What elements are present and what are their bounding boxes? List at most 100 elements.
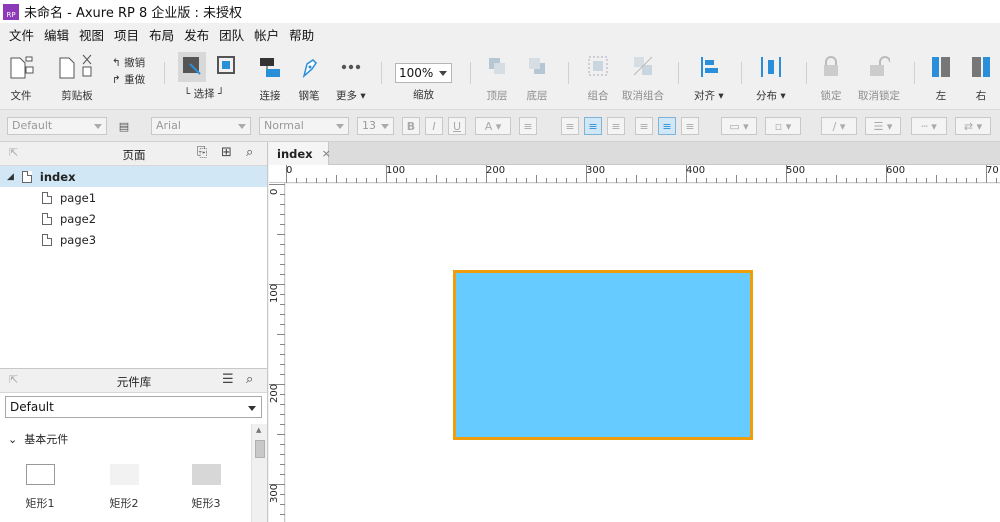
underline-button[interactable]: U: [448, 117, 466, 135]
horizontal-ruler[interactable]: 0 100 200 300 400 500 600 70: [269, 165, 1000, 183]
rectangle-widget[interactable]: [453, 270, 753, 440]
line-width-button[interactable]: ☰ ▾: [865, 117, 901, 135]
vruler-label: 300: [269, 483, 280, 503]
widget-rect3[interactable]: 矩形3: [181, 464, 231, 511]
menu-file[interactable]: 文件: [4, 25, 39, 44]
redo-button[interactable]: ↱ 重做: [112, 72, 145, 87]
group-icon: [586, 52, 610, 82]
page-icon: [42, 212, 52, 225]
tab-bar: index ×: [269, 142, 1000, 165]
undo-button[interactable]: ↰ 撤销: [112, 55, 145, 70]
page-tree-item-page2[interactable]: page2: [0, 208, 267, 229]
font-weight-select[interactable]: Normal: [259, 117, 349, 135]
clipboard-button[interactable]: 剪贴板: [56, 52, 98, 103]
menu-team[interactable]: 团队: [214, 25, 249, 44]
fill-color-button[interactable]: ▭ ▾: [721, 117, 757, 135]
unlock-icon: [868, 52, 890, 82]
select-intersect-icon: [215, 52, 239, 82]
left-panel-button[interactable]: 左: [930, 52, 952, 103]
group-button[interactable]: 组合: [586, 52, 610, 103]
scrollbar-thumb[interactable]: [255, 440, 265, 458]
valign-top-icon[interactable]: ≡: [635, 117, 653, 135]
select-mode-button[interactable]: [178, 52, 206, 82]
search-icon[interactable]: ⌕: [246, 145, 253, 160]
bullet-list-icon[interactable]: ≡: [519, 117, 537, 135]
right-panel-button[interactable]: 右: [970, 52, 992, 103]
menu-view[interactable]: 视图: [74, 25, 109, 44]
unlock-button[interactable]: 取消锁定: [858, 52, 900, 103]
pen-button[interactable]: 钢笔: [298, 52, 320, 103]
ungroup-button[interactable]: 取消组合: [622, 52, 664, 103]
menu-project[interactable]: 项目: [109, 25, 144, 44]
add-folder-icon[interactable]: ⊞: [221, 145, 232, 160]
tree-expand-icon[interactable]: ◢: [7, 172, 14, 182]
line-style-button[interactable]: ┄ ▾: [911, 117, 947, 135]
add-page-icon[interactable]: ⎘: [197, 145, 207, 160]
line-color-button[interactable]: ∕ ▾: [821, 117, 857, 135]
bring-to-top-button[interactable]: 顶层: [486, 52, 508, 103]
menu-icon[interactable]: ☰: [222, 372, 234, 387]
page-icon: [21, 170, 32, 183]
vruler-label: 200: [269, 383, 280, 403]
redo-icon: ↱: [112, 74, 121, 86]
valign-middle-icon[interactable]: ≡: [658, 117, 676, 135]
shadow-button[interactable]: ▫ ▾: [765, 117, 801, 135]
title-bar: RP 未命名 - Axure RP 8 企业版 : 未授权: [0, 0, 1000, 23]
connect-button[interactable]: 连接: [258, 52, 282, 103]
tab-index[interactable]: index ×: [269, 142, 331, 165]
chevron-down-icon: [238, 124, 246, 129]
valign-bottom-icon[interactable]: ≡: [681, 117, 699, 135]
lock-button[interactable]: 锁定: [820, 52, 842, 103]
more-dots-icon: [339, 52, 363, 82]
distribute-icon: [758, 52, 784, 82]
font-color-button[interactable]: A ▾: [475, 117, 511, 135]
widget-rect2[interactable]: 矩形2: [99, 464, 149, 511]
bold-button[interactable]: B: [402, 117, 420, 135]
pages-panel: ⇱ 页面 ⎘ ⊞ ⌕ ◢ index page1 page2 page3: [0, 142, 268, 368]
font-size-select[interactable]: 13: [357, 117, 394, 135]
page-tree-item-page3[interactable]: page3: [0, 229, 267, 250]
page-tree-item-page1[interactable]: page1: [0, 187, 267, 208]
style-select[interactable]: Default: [7, 117, 107, 135]
category-header[interactable]: ⌄ 基本元件: [8, 431, 68, 447]
vruler-label: 100: [269, 283, 280, 303]
align-text-left-icon[interactable]: ≡: [561, 117, 579, 135]
align-button[interactable]: 对齐 ▾: [694, 52, 724, 103]
scroll-up-icon[interactable]: ▲: [256, 426, 261, 434]
format-painter-icon[interactable]: ▤: [115, 117, 133, 135]
page-tree-item-index[interactable]: ◢ index: [0, 166, 267, 187]
menu-layout[interactable]: 布局: [144, 25, 179, 44]
chevron-down-icon: [336, 124, 344, 129]
menu-edit[interactable]: 编辑: [39, 25, 74, 44]
italic-button[interactable]: I: [425, 117, 443, 135]
file-button[interactable]: 文件: [6, 52, 36, 103]
font-select[interactable]: Arial: [151, 117, 251, 135]
menu-help[interactable]: 帮助: [284, 25, 319, 44]
main-toolbar: 文件 剪贴板 ↰ 撤销 ↱ 重做 └ 选择 ┘ 连接 钢笔 更多 ▾ 100% …: [0, 46, 1000, 109]
rectangle-icon: [191, 464, 221, 485]
more-button[interactable]: 更多 ▾: [336, 52, 366, 103]
library-panel-header: ⇱ 元件库 ☰ ⌕: [0, 369, 267, 393]
close-icon[interactable]: ×: [322, 147, 331, 160]
library-select[interactable]: Default: [5, 396, 262, 418]
format-toolbar: Default ▤ Arial Normal 13 B I U A ▾ ≡ ≡ …: [0, 109, 1000, 142]
distribute-button[interactable]: 分布 ▾: [756, 52, 786, 103]
menu-account[interactable]: 帐户: [249, 25, 284, 44]
ungroup-icon: [631, 52, 655, 82]
menu-publish[interactable]: 发布: [179, 25, 214, 44]
file-icon: [6, 52, 36, 82]
zoom-select[interactable]: 100%: [395, 63, 452, 83]
widget-rect1[interactable]: 矩形1: [15, 464, 65, 511]
align-text-center-icon[interactable]: ≡: [584, 117, 602, 135]
align-text-right-icon[interactable]: ≡: [607, 117, 625, 135]
send-to-bottom-button[interactable]: 底层: [526, 52, 548, 103]
select-intersect-button[interactable]: [215, 52, 239, 82]
arrow-style-button[interactable]: ⇄ ▾: [955, 117, 991, 135]
design-canvas[interactable]: [286, 184, 1000, 522]
hruler-label: 300: [586, 165, 606, 176]
chevron-down-icon: [94, 124, 102, 129]
search-icon[interactable]: ⌕: [246, 372, 253, 387]
library-scrollbar[interactable]: ▲: [251, 424, 267, 522]
select-icon: [180, 52, 204, 82]
vertical-ruler[interactable]: 0 100 200 300: [269, 183, 285, 522]
